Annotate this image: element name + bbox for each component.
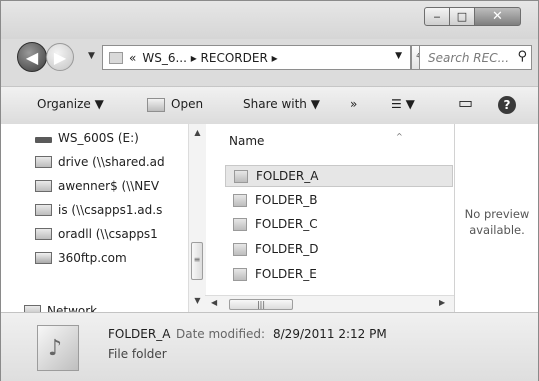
- close-icon: ✕: [492, 9, 503, 24]
- address-path[interactable]: WS_6... ▸ RECORDER ▸: [142, 51, 277, 65]
- open-folder-icon: [147, 98, 165, 112]
- navigation-vertical-scrollbar[interactable]: ▲ ≡ ▼: [188, 124, 206, 312]
- file-item-folder-c[interactable]: FOLDER_C: [225, 213, 453, 235]
- details-pane: ♪ FOLDER_A Date modified: 8/29/2011 2:12…: [1, 312, 538, 381]
- back-arrow-icon: ◀: [25, 47, 39, 67]
- maximize-icon: □: [456, 10, 468, 23]
- forward-button[interactable]: ▶: [46, 43, 74, 71]
- nav-item-network[interactable]: Network: [24, 300, 97, 312]
- nav-item-label: awenner$ (\\NEV: [58, 179, 160, 193]
- folder-icon: [109, 51, 123, 64]
- minimize-icon: ‒: [433, 10, 441, 23]
- network-icon: [24, 305, 41, 312]
- content-area: WS_600S (E:) drive (\\shared.ad awenner$…: [1, 124, 539, 313]
- folder-icon: [233, 193, 247, 207]
- address-dropdown-icon[interactable]: ▼: [395, 51, 402, 61]
- folder-icon: [234, 169, 248, 183]
- nav-item-ws600s-drive[interactable]: WS_600S (E:): [35, 127, 139, 149]
- file-name: FOLDER_B: [255, 193, 318, 207]
- preview-message: No preview available.: [455, 206, 539, 238]
- nav-item-awenner-share[interactable]: awenner$ (\\NEV: [35, 175, 159, 197]
- back-button[interactable]: ◀: [17, 42, 47, 72]
- folder-icon: [233, 267, 247, 281]
- search-placeholder: Search REC...: [428, 51, 510, 65]
- nav-item-label: WS_600S (E:): [58, 131, 139, 145]
- nav-item-oradll-share[interactable]: oradll (\\csapps1: [35, 223, 158, 245]
- close-button[interactable]: ✕: [474, 7, 521, 26]
- network-drive-icon: [35, 204, 52, 216]
- horizontal-scroll-thumb[interactable]: |||: [229, 299, 293, 310]
- nav-item-label: 360ftp.com: [58, 251, 127, 265]
- scroll-down-icon[interactable]: ▼: [189, 296, 206, 305]
- date-modified-label: Date modified:: [176, 327, 266, 341]
- preview-pane: No preview available.: [454, 124, 539, 312]
- nav-item-360ftp[interactable]: 360ftp.com: [35, 247, 127, 269]
- item-type: File folder: [108, 347, 167, 361]
- views-menu[interactable]: ☰ ▼: [391, 97, 415, 111]
- folder-icon: [233, 217, 247, 231]
- search-icon[interactable]: ⚲: [517, 49, 527, 64]
- address-bar[interactable]: « WS_6... ▸ RECORDER ▸ ▼: [102, 45, 411, 70]
- preview-message-line: available.: [469, 223, 525, 237]
- preview-message-line: No preview: [464, 207, 530, 221]
- explorer-window: ‒ □ ✕ ◀ ▶ ▼ « WS_6... ▸ RECORDER ▸ ▼ ⁴↑ …: [0, 0, 539, 381]
- selected-item-name: FOLDER_A: [108, 327, 171, 341]
- share-with-menu[interactable]: Share with ▼: [243, 97, 320, 111]
- file-item-folder-d[interactable]: FOLDER_D: [225, 238, 453, 260]
- file-name: FOLDER_E: [255, 267, 317, 281]
- organize-menu[interactable]: Organize ▼: [37, 97, 104, 111]
- open-button[interactable]: Open: [171, 97, 203, 111]
- nav-item-drive-share[interactable]: drive (\\shared.ad: [35, 151, 165, 173]
- search-input[interactable]: Search REC... ⚲: [419, 45, 532, 70]
- sort-ascending-icon: ^: [396, 132, 403, 141]
- network-drive-icon: [35, 156, 52, 168]
- nav-item-is-share[interactable]: is (\\csapps1.ad.s: [35, 199, 162, 221]
- file-item-folder-a[interactable]: FOLDER_A: [225, 165, 453, 187]
- file-item-folder-e[interactable]: FOLDER_E: [225, 263, 453, 285]
- file-name: FOLDER_A: [256, 169, 319, 183]
- ftp-location-icon: [35, 252, 52, 264]
- file-list-horizontal-scrollbar[interactable]: ◀ ||| ▶: [205, 295, 454, 313]
- scroll-right-icon[interactable]: ▶: [439, 298, 445, 307]
- file-name: FOLDER_D: [255, 242, 319, 256]
- drive-icon: [35, 137, 52, 143]
- music-note-icon: ♪: [48, 336, 63, 361]
- scroll-up-icon[interactable]: ▲: [189, 128, 206, 137]
- scroll-grip-icon: ≡: [193, 255, 201, 264]
- network-drive-icon: [35, 180, 52, 192]
- file-item-folder-b[interactable]: FOLDER_B: [225, 189, 453, 211]
- title-bar: ‒ □ ✕: [1, 1, 538, 39]
- forward-arrow-icon: ▶: [53, 47, 67, 67]
- more-commands-button[interactable]: »: [350, 97, 357, 111]
- maximize-button[interactable]: □: [449, 7, 475, 26]
- column-header-label: Name: [229, 134, 265, 148]
- nav-item-label: drive (\\shared.ad: [58, 155, 165, 169]
- scroll-left-icon[interactable]: ◀: [211, 298, 217, 307]
- file-list-pane: Name ^ FOLDER_A FOLDER_B FOLDER_C FOLDER…: [205, 124, 454, 312]
- folder-thumbnail-icon: ♪: [37, 325, 79, 371]
- name-column-header[interactable]: Name ^: [229, 132, 403, 148]
- nav-item-label: oradll (\\csapps1: [58, 227, 158, 241]
- address-overflow-chevron[interactable]: «: [129, 51, 136, 65]
- navigation-pane: WS_600S (E:) drive (\\shared.ad awenner$…: [17, 124, 204, 312]
- scroll-thumb[interactable]: ≡: [191, 242, 203, 280]
- nav-item-label: Network: [47, 304, 98, 312]
- date-modified-value: 8/29/2011 2:12 PM: [273, 327, 387, 341]
- folder-icon: [233, 242, 247, 256]
- recent-pages-dropdown[interactable]: ▼: [88, 51, 95, 61]
- network-drive-icon: [35, 228, 52, 240]
- preview-pane-icon[interactable]: ▭: [458, 93, 473, 112]
- nav-item-label: is (\\csapps1.ad.s: [58, 203, 163, 217]
- minimize-button[interactable]: ‒: [424, 7, 450, 26]
- command-bar: Organize ▼ Open Share with ▼ » ☰ ▼ ▭ ?: [1, 86, 538, 125]
- file-name: FOLDER_C: [255, 217, 318, 231]
- help-icon[interactable]: ?: [498, 96, 516, 114]
